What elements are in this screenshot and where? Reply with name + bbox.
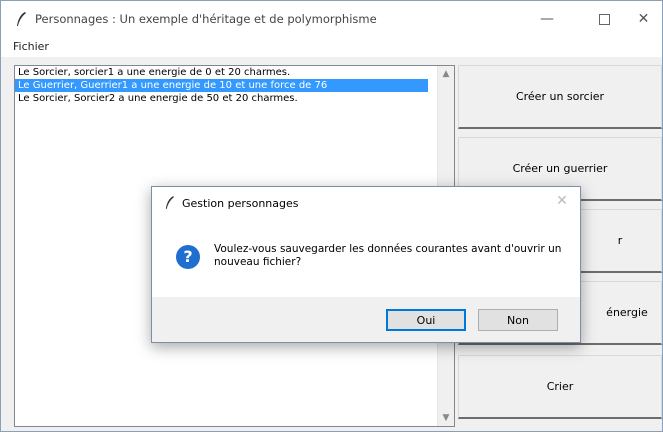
- save-confirm-dialog: Gestion personnages ✕ ? Voulez-vous sauv…: [151, 186, 581, 343]
- yes-label: Oui: [416, 313, 436, 327]
- main-window: Personnages : Un exemple d'héritage et d…: [0, 0, 663, 432]
- dialog-footer: Oui Non: [152, 297, 580, 342]
- create-wizard-button[interactable]: Créer un sorcier: [458, 65, 662, 129]
- question-icon: ?: [176, 245, 200, 269]
- feather-icon: [165, 196, 175, 209]
- shout-button[interactable]: Crier: [458, 355, 662, 419]
- dialog-close-icon[interactable]: ✕: [554, 193, 570, 209]
- close-button[interactable]: ✕: [625, 1, 662, 37]
- menu-file[interactable]: Fichier: [13, 40, 49, 53]
- minimize-icon: —: [540, 11, 554, 27]
- minimize-button[interactable]: —: [524, 1, 570, 37]
- window-title: Personnages : Un exemple d'héritage et d…: [35, 12, 377, 26]
- menu-bar: Fichier: [1, 37, 662, 57]
- shout-label: Crier: [546, 380, 574, 393]
- create-wizard-label: Créer un sorcier: [515, 90, 605, 103]
- dialog-title: Gestion personnages: [182, 197, 299, 210]
- maximize-icon: [598, 13, 610, 25]
- yes-button[interactable]: Oui: [386, 309, 466, 331]
- close-icon: ✕: [637, 11, 650, 27]
- list-item-selected[interactable]: Le Guerrier, Guerrier1 a une energie de …: [15, 79, 428, 92]
- create-warrior-label: Créer un guerrier: [512, 162, 608, 175]
- title-bar: Personnages : Un exemple d'héritage et d…: [1, 1, 662, 37]
- dialog-message: Voulez-vous sauvegarder les données cour…: [214, 243, 562, 268]
- feather-icon: [17, 12, 26, 26]
- scroll-up-icon[interactable]: ▲: [438, 66, 454, 82]
- list-item[interactable]: Le Sorcier, sorcier1 a une energie de 0 …: [15, 66, 454, 79]
- no-button[interactable]: Non: [478, 309, 558, 331]
- dialog-title-bar: Gestion personnages ✕: [152, 187, 580, 217]
- scroll-down-icon[interactable]: ▼: [438, 410, 454, 426]
- energy-button-label: énergie: [606, 306, 648, 319]
- list-item[interactable]: Le Sorcier, Sorcier2 a une energie de 50…: [15, 92, 454, 105]
- action-button-3-label: r: [617, 234, 623, 247]
- dialog-body: ? Voulez-vous sauvegarder les données co…: [152, 217, 580, 297]
- maximize-button[interactable]: [581, 1, 627, 37]
- no-label: Non: [507, 313, 529, 327]
